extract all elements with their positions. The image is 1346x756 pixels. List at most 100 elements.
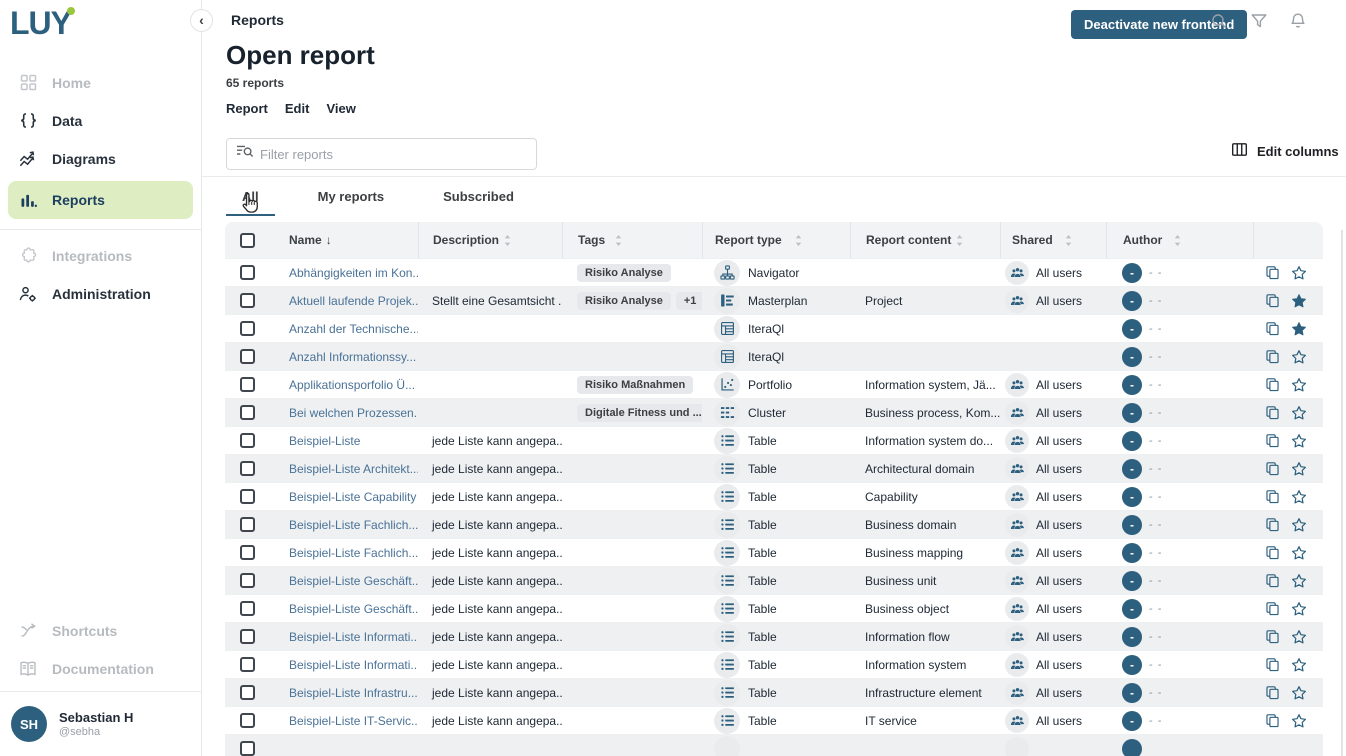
table-row[interactable]: Beispiel-Liste IT-Servic... jede Liste k… [225,706,1323,734]
report-name-link[interactable]: Beispiel-Liste Informati... [289,630,418,644]
report-name-link[interactable]: Beispiel-Liste Geschäft... [289,602,418,616]
filter-icon[interactable] [1250,12,1268,30]
table-row[interactable]: Beispiel-Liste Fachlich... jede Liste ka… [225,538,1323,566]
row-checkbox[interactable] [240,489,255,504]
search-icon[interactable] [1210,12,1228,30]
bell-icon[interactable] [1289,12,1307,30]
copy-icon[interactable] [1265,545,1280,560]
table-row[interactable]: Abhängigkeiten im Kon... Risiko Analyse … [225,258,1323,286]
report-name-link[interactable]: Beispiel-Liste Capability [289,490,416,504]
table-row[interactable]: Beispiel-Liste Infrastru... jede Liste k… [225,678,1323,706]
scrollbar[interactable] [1341,230,1343,756]
copy-icon[interactable] [1265,713,1280,728]
sidebar-item-reports[interactable]: Reports [8,181,193,219]
table-row[interactable]: Beispiel-Liste Geschäft... jede Liste ka… [225,566,1323,594]
copy-icon[interactable] [1265,657,1280,672]
report-name-link[interactable]: Beispiel-Liste Geschäft... [289,574,418,588]
edit-columns-button[interactable]: Edit columns [1231,141,1339,161]
row-checkbox[interactable] [240,601,255,616]
copy-icon[interactable] [1265,377,1280,392]
table-row[interactable]: Applikationsporfolio Ü... Risiko Maßnahm… [225,370,1323,398]
copy-icon[interactable] [1265,629,1280,644]
copy-icon[interactable] [1265,601,1280,616]
tab-my-reports[interactable]: My reports [302,182,400,216]
favorite-star-icon[interactable] [1291,629,1307,645]
copy-icon[interactable] [1265,293,1280,308]
row-checkbox[interactable] [240,405,255,420]
copy-icon[interactable] [1265,349,1280,364]
favorite-star-icon[interactable] [1291,265,1307,281]
select-all-checkbox[interactable] [240,233,255,248]
report-name-link[interactable]: Aktuell laufende Projek... [289,294,418,308]
table-row[interactable]: Beispiel-Liste jede Liste kann angepa...… [225,426,1323,454]
row-checkbox[interactable] [240,433,255,448]
column-header-report-type[interactable]: Report type [702,222,850,258]
row-checkbox[interactable] [240,293,255,308]
column-header-shared[interactable]: Shared [1000,222,1106,258]
report-name-link[interactable]: Beispiel-Liste Fachlich... [289,546,418,560]
favorite-star-icon[interactable] [1291,461,1307,477]
row-checkbox[interactable] [240,321,255,336]
sidebar-item-administration[interactable]: Administration [8,278,193,309]
table-row[interactable]: Beispiel-Liste Architekt... jede Liste k… [225,454,1323,482]
table-row[interactable]: Beispiel-Liste Informati... jede Liste k… [225,650,1323,678]
luy-logo[interactable]: LUY [10,4,71,42]
table-row[interactable]: Beispiel-Liste Fachlich... jede Liste ka… [225,510,1323,538]
filter-reports-input[interactable] [260,147,527,162]
favorite-star-icon[interactable] [1291,573,1307,589]
menu-report[interactable]: Report [226,101,268,116]
copy-icon[interactable] [1265,265,1280,280]
favorite-star-icon[interactable] [1291,601,1307,617]
column-header-description[interactable]: Description [418,222,562,258]
row-checkbox[interactable] [240,265,255,280]
row-checkbox[interactable] [240,629,255,644]
table-row[interactable]: Beispiel-Liste Informati... jede Liste k… [225,622,1323,650]
copy-icon[interactable] [1265,405,1280,420]
sidebar-collapse-button[interactable]: ‹ [190,9,213,32]
tab-all[interactable]: All [226,182,275,216]
report-name-link[interactable]: Beispiel-Liste Architekt... [289,462,418,476]
copy-icon[interactable] [1265,489,1280,504]
row-checkbox[interactable] [240,545,255,560]
favorite-star-icon[interactable] [1291,657,1307,673]
column-header-author[interactable]: Author [1106,222,1253,258]
table-row[interactable]: Anzahl der Technische... IteraQl -- - [225,314,1323,342]
sidebar-item-data[interactable]: Data [8,105,193,136]
column-header-tags[interactable]: Tags [562,222,702,258]
favorite-star-icon[interactable] [1291,377,1307,393]
menu-view[interactable]: View [326,101,355,116]
row-checkbox[interactable] [240,573,255,588]
table-row[interactable]: Bei welchen Prozessen... Digitale Fitnes… [225,398,1323,426]
favorite-star-filled-icon[interactable] [1291,321,1307,337]
copy-icon[interactable] [1265,685,1280,700]
sidebar-item-diagrams[interactable]: Diagrams [8,143,193,174]
row-checkbox[interactable] [240,713,255,728]
table-row[interactable]: Beispiel-Liste Geschäft... jede Liste ka… [225,594,1323,622]
sidebar-item-shortcuts[interactable]: Shortcuts [8,615,193,646]
favorite-star-filled-icon[interactable] [1291,293,1307,309]
favorite-star-icon[interactable] [1291,545,1307,561]
row-checkbox[interactable] [240,349,255,364]
user-profile[interactable]: SH Sebastian H @sebha [0,691,201,756]
favorite-star-icon[interactable] [1291,349,1307,365]
row-checkbox[interactable] [240,657,255,672]
column-header-report-content[interactable]: Report content [850,222,1000,258]
report-name-link[interactable]: Beispiel-Liste IT-Servic... [289,714,418,728]
copy-icon[interactable] [1265,321,1280,336]
row-checkbox[interactable] [240,461,255,476]
row-checkbox[interactable] [240,685,255,700]
copy-icon[interactable] [1265,517,1280,532]
report-name-link[interactable]: Beispiel-Liste [289,434,360,448]
table-row[interactable]: Aktuell laufende Projek... Stellt eine G… [225,286,1323,314]
report-name-link[interactable]: Beispiel-Liste Infrastru... [289,686,418,700]
row-checkbox[interactable] [240,517,255,532]
copy-icon[interactable] [1265,461,1280,476]
report-name-link[interactable]: Beispiel-Liste Informati... [289,658,418,672]
table-row[interactable]: Anzahl Informationssy... IteraQl -- - [225,342,1323,370]
table-row[interactable]: Beispiel-Liste Capability jede Liste kan… [225,482,1323,510]
favorite-star-icon[interactable] [1291,405,1307,421]
copy-icon[interactable] [1265,573,1280,588]
report-name-link[interactable]: Applikationsporfolio Ü... [289,378,415,392]
column-header-name[interactable]: Name↓ [269,222,418,258]
tab-subscribed[interactable]: Subscribed [427,182,530,216]
